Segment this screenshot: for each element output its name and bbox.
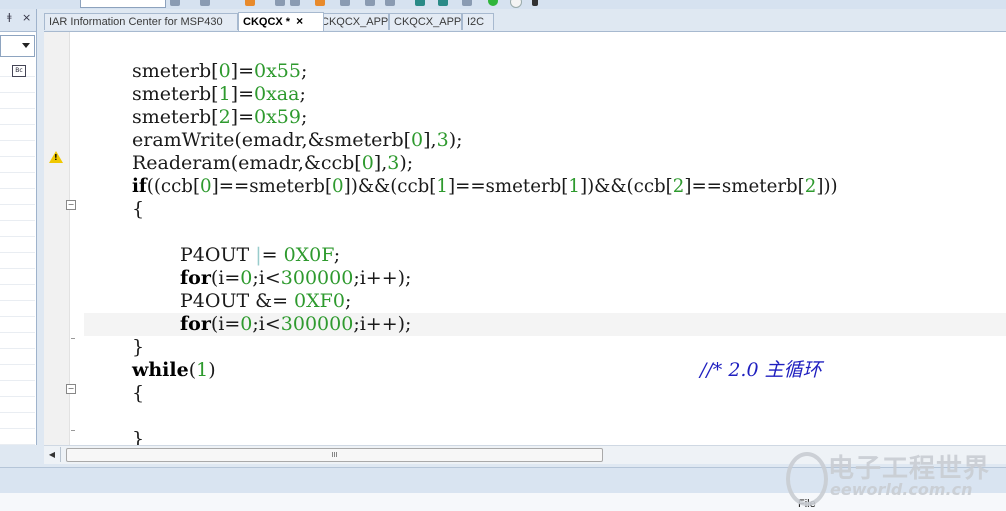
- code-line: {: [132, 382, 145, 404]
- code-line: P4OUT &= 0XF0;: [180, 290, 352, 312]
- toolbar-icon[interactable]: [170, 0, 180, 6]
- toolbar-icon[interactable]: [462, 0, 472, 6]
- search-icon[interactable]: [200, 0, 210, 6]
- code-line: smeterb[1]=0xaa;: [132, 83, 306, 105]
- toolbar-icon[interactable]: [438, 0, 448, 6]
- chevron-down-icon[interactable]: [22, 43, 30, 48]
- scrollbar-thumb[interactable]: III: [66, 448, 603, 462]
- go-icon[interactable]: [488, 0, 498, 6]
- pin-icon[interactable]: ǂ: [7, 12, 12, 23]
- tab-ckqcx-app-2[interactable]: CKQCX_APP: [389, 13, 462, 30]
- toolbar: [0, 0, 1006, 9]
- toolbar-icon[interactable]: [385, 0, 395, 6]
- code-line: if((ccb[0]==smeterb[0])&&(ccb[1]==smeter…: [132, 176, 838, 197]
- watermark: 电子工程世界 eeworld.com.cn: [780, 448, 1000, 506]
- scrollbar-separator: [60, 447, 61, 462]
- fold-toggle[interactable]: −: [66, 384, 76, 394]
- code-line: }: [132, 428, 145, 446]
- file-icon[interactable]: Bc: [12, 65, 26, 77]
- code-line: eramWrite(emadr,&smeterb[0],3);: [132, 129, 463, 151]
- watermark-logo-icon: [786, 452, 828, 506]
- close-icon[interactable]: ×: [296, 14, 303, 28]
- toolbar-icon[interactable]: [315, 0, 325, 6]
- toolbar-icon[interactable]: [365, 0, 375, 6]
- fold-toggle[interactable]: −: [66, 200, 76, 210]
- toolbar-icon[interactable]: [245, 0, 255, 6]
- configuration-select[interactable]: [0, 35, 35, 57]
- workspace-tree[interactable]: [0, 61, 35, 445]
- code-editor[interactable]: ! − − smeterb[0]=0x55; smeterb[1]=0xaa; …: [44, 31, 1006, 446]
- tab-ckqcx[interactable]: CKQCX * ×: [238, 12, 324, 31]
- code-line: while(1)//* 2.0 主循环: [132, 359, 822, 381]
- toolbar-icon[interactable]: [415, 0, 425, 6]
- tab-i2c[interactable]: I2C: [462, 13, 494, 30]
- toolbar-icon[interactable]: [510, 0, 522, 8]
- toolbar-icon[interactable]: [275, 0, 285, 6]
- toolbar-combo[interactable]: [80, 0, 166, 8]
- code-line: for(i=0;i<300000;i++);: [180, 267, 412, 289]
- tab-ckqcx-app[interactable]: CKQCX_APP: [316, 13, 389, 30]
- close-icon[interactable]: ×: [22, 11, 31, 24]
- code-line: smeterb[0]=0x55;: [132, 60, 308, 82]
- warning-icon: !: [49, 151, 63, 163]
- back-icon[interactable]: [290, 0, 300, 6]
- panel-header: ǂ ×: [0, 9, 36, 32]
- fold-end: [71, 338, 75, 339]
- tab-iar-information-center[interactable]: IAR Information Center for MSP430: [44, 13, 238, 30]
- code-line: P4OUT |= 0X0F;: [180, 244, 341, 266]
- editor-tabs: IAR Information Center for MSP430 CKQCX …: [44, 12, 1006, 31]
- code-line: smeterb[2]=0x59;: [132, 106, 308, 128]
- forward-icon[interactable]: [340, 0, 350, 6]
- code-line: }: [132, 336, 145, 358]
- code-line: Readeram(emadr,&ccb[0],3);: [132, 152, 414, 174]
- fold-end: [71, 430, 75, 431]
- chevron-down-icon[interactable]: [532, 0, 538, 6]
- code-line: {: [132, 198, 145, 220]
- current-line: for(i=0;i<300000;i++);: [84, 313, 1006, 336]
- scroll-left-icon[interactable]: ◀: [46, 449, 58, 461]
- workspace-panel: ǂ × Bc: [0, 9, 37, 445]
